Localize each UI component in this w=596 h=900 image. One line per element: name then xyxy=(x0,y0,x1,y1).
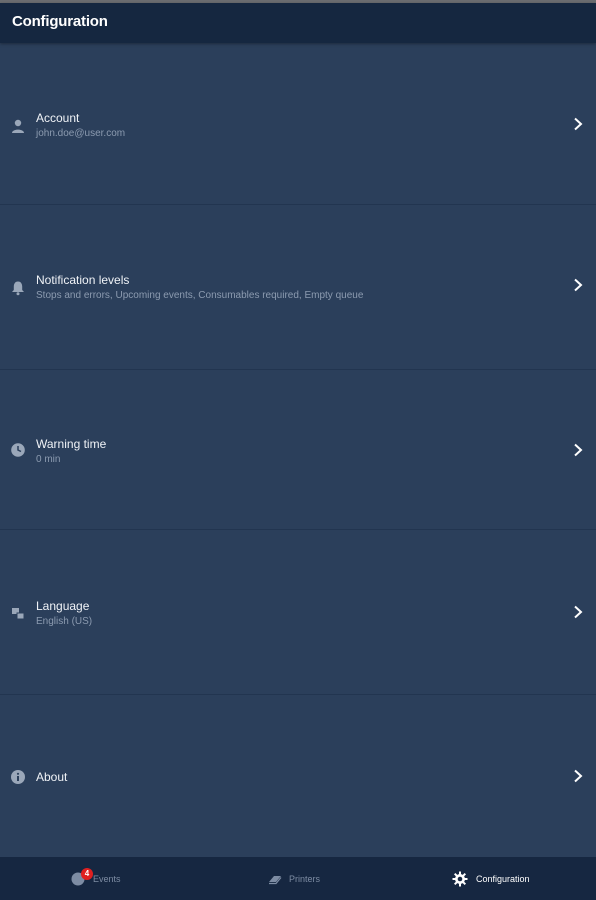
nav-label-events: Events xyxy=(93,874,121,884)
language-subtitle: English (US) xyxy=(36,616,93,627)
nav-label-configuration: Configuration xyxy=(476,874,530,884)
settings-item-language[interactable]: Language English (US) xyxy=(0,530,596,695)
printers-icon xyxy=(267,871,283,887)
bottom-nav: 4 Events Printers Configuration xyxy=(0,857,596,900)
events-badge: 4 xyxy=(81,868,93,880)
notification-levels-subtitle: Stops and errors, Upcoming events, Consu… xyxy=(36,290,364,301)
nav-tab-configuration[interactable]: Configuration xyxy=(398,857,596,900)
chevron-right-icon xyxy=(572,769,584,783)
nav-tab-events[interactable]: 4 Events xyxy=(0,857,198,900)
chevron-right-icon xyxy=(572,278,584,292)
settings-item-about[interactable]: About xyxy=(0,695,596,858)
page-title: Configuration xyxy=(12,13,108,30)
notification-levels-title: Notification levels xyxy=(36,273,130,287)
nav-label-printers: Printers xyxy=(289,874,321,884)
info-icon xyxy=(10,769,26,785)
person-icon xyxy=(10,118,26,134)
account-subtitle: john.doe@user.com xyxy=(36,128,126,139)
app-header: Configuration xyxy=(0,3,596,43)
app-root: Configuration Account john.doe@user.com … xyxy=(0,0,596,900)
settings-item-warning-time[interactable]: Warning time 0 min xyxy=(0,370,596,530)
chevron-right-icon xyxy=(572,117,584,131)
chevron-right-icon xyxy=(572,443,584,457)
settings-list: Account john.doe@user.com Notification l… xyxy=(0,43,596,858)
gear-icon xyxy=(452,871,468,887)
warning-time-title: Warning time xyxy=(36,437,107,451)
settings-item-notification-levels[interactable]: Notification levels Stops and errors, Up… xyxy=(0,205,596,370)
language-title: Language xyxy=(36,599,90,613)
bell-icon xyxy=(10,280,26,296)
nav-tab-printers[interactable]: Printers xyxy=(198,857,398,900)
clock-icon xyxy=(10,442,26,458)
chevron-right-icon xyxy=(572,605,584,619)
about-title: About xyxy=(36,770,68,784)
warning-time-subtitle: 0 min xyxy=(36,454,61,465)
account-title: Account xyxy=(36,111,80,125)
language-icon xyxy=(10,606,26,622)
settings-item-account[interactable]: Account john.doe@user.com xyxy=(0,43,596,205)
